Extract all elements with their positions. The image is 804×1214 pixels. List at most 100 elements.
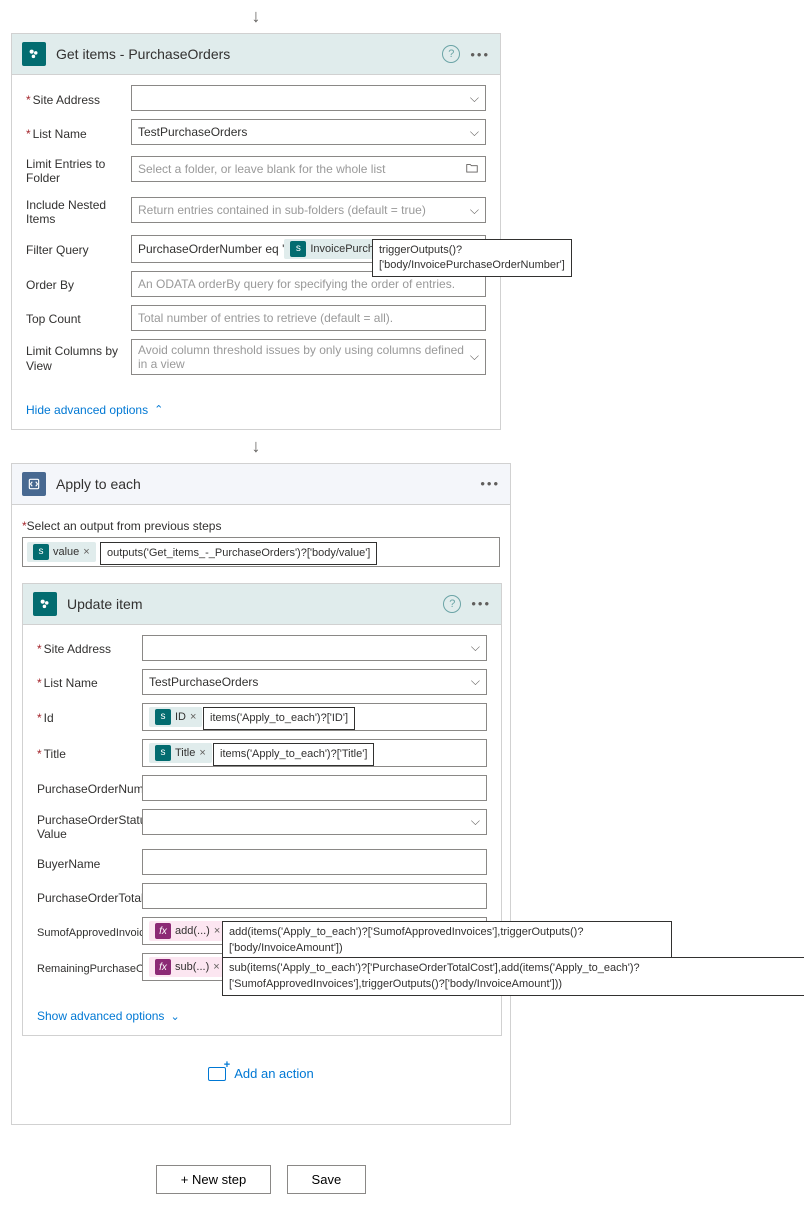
top-count-field[interactable]: Total number of entries to retrieve (def…: [131, 305, 486, 331]
update-item-card: Update item ? ••• Site Address ⌵ List Na…: [22, 583, 502, 1037]
limit-columns-field[interactable]: Avoid column threshold issues by only us…: [131, 339, 486, 375]
id-field[interactable]: s ID × items('Apply_to_each')?['ID']: [142, 703, 487, 731]
close-icon[interactable]: ×: [214, 925, 220, 937]
get-items-card: Get items - PurchaseOrders ? ••• Site Ad…: [11, 33, 501, 430]
token-label: value: [53, 546, 79, 558]
limit-columns-label: Limit Columns by View: [26, 340, 131, 373]
sharepoint-token-icon: s: [155, 709, 171, 725]
site-address-label: Site Address: [26, 89, 131, 107]
limit-folder-label: Limit Entries to Folder: [26, 153, 131, 186]
update-item-header[interactable]: Update item ? •••: [23, 584, 501, 625]
chevron-up-icon: ⌃: [154, 403, 163, 416]
token-label: sub(...): [175, 961, 209, 973]
folder-icon[interactable]: [465, 161, 479, 178]
buyer-label: BuyerName: [37, 853, 142, 871]
placeholder-text: Total number of entries to retrieve (def…: [138, 311, 393, 325]
po-status-field[interactable]: ⌵: [142, 809, 487, 835]
sum-approved-label: SumofApprovedInvoices: [37, 923, 142, 940]
sharepoint-icon: [33, 592, 57, 616]
chevron-down-icon: ⌄: [170, 1010, 179, 1023]
site-address-label: Site Address: [37, 638, 142, 656]
hide-advanced-toggle[interactable]: Hide advanced options⌃: [12, 399, 177, 429]
fx-icon: fx: [155, 923, 171, 939]
close-icon[interactable]: ×: [213, 961, 219, 973]
apply-each-title: Apply to each: [56, 476, 480, 492]
menu-icon[interactable]: •••: [470, 48, 490, 61]
get-items-title: Get items - PurchaseOrders: [56, 46, 442, 62]
po-total-field[interactable]: [142, 883, 487, 909]
site-address-field[interactable]: ⌵: [131, 85, 486, 111]
chevron-down-icon: ⌵: [470, 91, 479, 106]
sub-fx-token[interactable]: fx sub(...) ×: [149, 957, 226, 977]
id-label: Id: [37, 707, 142, 725]
placeholder-text: Return entries contained in sub-folders …: [138, 203, 426, 217]
limit-folder-field[interactable]: Select a folder, or leave blank for the …: [131, 156, 486, 182]
id-token[interactable]: s ID ×: [149, 707, 202, 727]
sharepoint-token-icon: s: [33, 544, 49, 560]
connector-arrow-top: ↓: [11, 0, 501, 33]
list-name-field[interactable]: TestPurchaseOrders⌵: [131, 119, 486, 145]
chevron-down-icon: ⌵: [470, 203, 479, 218]
list-name-value: TestPurchaseOrders: [138, 125, 247, 139]
list-name-field[interactable]: TestPurchaseOrders ⌵: [142, 669, 487, 695]
value-expression-tooltip: outputs('Get_items_-_PurchaseOrders')?['…: [100, 542, 377, 565]
connector-arrow-mid: ↓: [11, 430, 501, 463]
include-nested-field[interactable]: Return entries contained in sub-folders …: [131, 197, 486, 223]
save-button[interactable]: Save: [287, 1165, 367, 1194]
po-total-label: PurchaseOrderTotalCost: [37, 887, 142, 905]
show-advanced-toggle[interactable]: Show advanced options⌄: [23, 1005, 194, 1035]
fx-icon: fx: [155, 959, 171, 975]
filter-query-field[interactable]: PurchaseOrderNumber eq ' s InvoicePurcha…: [131, 235, 486, 263]
get-items-header[interactable]: Get items - PurchaseOrders ? •••: [12, 34, 500, 75]
title-label: Title: [37, 743, 142, 761]
apply-each-container: Apply to each ••• *Select an output from…: [11, 463, 511, 1125]
add-action-icon: [208, 1067, 226, 1081]
title-expression-tooltip: items('Apply_to_each')?['Title']: [213, 743, 374, 766]
chevron-down-icon: ⌵: [470, 349, 479, 364]
token-label: Title: [175, 747, 195, 759]
sum-approved-field[interactable]: fx add(...) × add(items('Apply_to_each')…: [142, 917, 487, 945]
chevron-down-icon: ⌵: [471, 674, 480, 689]
po-number-field[interactable]: [142, 775, 487, 801]
sharepoint-token-icon: s: [290, 241, 306, 257]
buyer-field[interactable]: [142, 849, 487, 875]
filter-prefix-text: PurchaseOrderNumber eq ': [138, 242, 284, 256]
add-action-label: Add an action: [234, 1066, 314, 1081]
filter-expression-tooltip: triggerOutputs()?['body/InvoicePurchaseO…: [372, 239, 572, 278]
value-token[interactable]: s value ×: [27, 542, 96, 562]
id-expression-tooltip: items('Apply_to_each')?['ID']: [203, 707, 355, 730]
list-name-label: List Name: [26, 123, 131, 141]
close-icon[interactable]: ×: [190, 711, 196, 723]
add-action-button[interactable]: Add an action: [208, 1066, 314, 1081]
placeholder-text: An ODATA orderBy query for specifying th…: [138, 277, 455, 291]
filter-query-label: Filter Query: [26, 239, 131, 257]
order-by-label: Order By: [26, 274, 131, 292]
chevron-down-icon: ⌵: [471, 814, 480, 829]
po-status-label: PurchaseOrderStatus Value: [37, 809, 142, 842]
site-address-field[interactable]: ⌵: [142, 635, 487, 661]
add-expression-tooltip: add(items('Apply_to_each')?['SumofApprov…: [222, 921, 672, 960]
select-output-field[interactable]: s value × outputs('Get_items_-_PurchaseO…: [22, 537, 500, 567]
top-count-label: Top Count: [26, 308, 131, 326]
title-field[interactable]: s Title × items('Apply_to_each')?['Title…: [142, 739, 487, 767]
update-item-title: Update item: [67, 596, 443, 612]
close-icon[interactable]: ×: [199, 747, 205, 759]
new-step-button[interactable]: + New step: [156, 1165, 271, 1194]
po-number-label: PurchaseOrderNumber: [37, 778, 142, 796]
apply-each-header[interactable]: Apply to each •••: [12, 464, 510, 505]
menu-icon[interactable]: •••: [480, 477, 500, 490]
help-icon[interactable]: ?: [442, 45, 460, 63]
help-icon[interactable]: ?: [443, 595, 461, 613]
list-name-label: List Name: [37, 672, 142, 690]
sharepoint-token-icon: s: [155, 745, 171, 761]
token-label: add(...): [175, 925, 210, 937]
remaining-field[interactable]: fx sub(...) × sub(items('Apply_to_each')…: [142, 953, 487, 981]
menu-icon[interactable]: •••: [471, 597, 491, 610]
list-name-value: TestPurchaseOrders: [149, 675, 258, 689]
token-label: ID: [175, 711, 186, 723]
close-icon[interactable]: ×: [83, 546, 89, 558]
title-token[interactable]: s Title ×: [149, 743, 212, 763]
add-fx-token[interactable]: fx add(...) ×: [149, 921, 226, 941]
sub-expression-tooltip: sub(items('Apply_to_each')?['PurchaseOrd…: [222, 957, 804, 996]
placeholder-text: Select a folder, or leave blank for the …: [138, 162, 385, 176]
